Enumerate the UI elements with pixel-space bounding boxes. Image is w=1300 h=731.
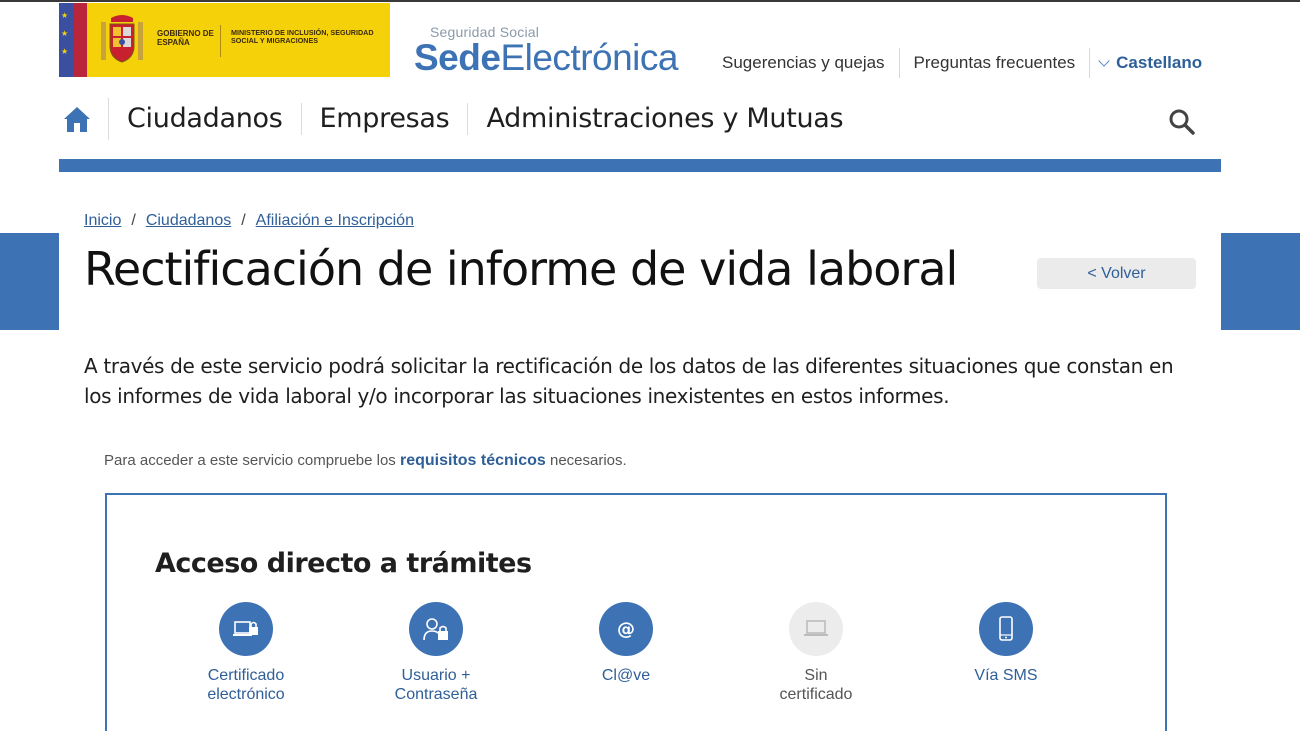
- option-label: Sin certificado: [779, 667, 853, 703]
- suggestions-link[interactable]: Sugerencias y quejas: [708, 48, 900, 78]
- title-band-right: [1221, 233, 1300, 330]
- main-nav: Ciudadanos Empresas Administraciones y M…: [59, 98, 861, 140]
- requirements-note: Para acceder a este servicio compruebe l…: [104, 452, 627, 469]
- laptop-icon: [804, 620, 828, 636]
- technical-requirements-link[interactable]: requisitos técnicos: [400, 452, 546, 469]
- option-label: Certificado electrónico: [207, 667, 285, 703]
- breadcrumb-inicio[interactable]: Inicio: [84, 212, 121, 230]
- home-button[interactable]: [59, 98, 109, 140]
- sede-electronica-logo[interactable]: Seguridad Social SedeElectrónica: [414, 24, 678, 78]
- gov-divider: [220, 25, 221, 57]
- option-usuario-contrasena[interactable]: Usuario + Contraseña: [356, 602, 516, 704]
- option-certificado[interactable]: Certificado electrónico: [166, 602, 326, 704]
- option-label: Cl@ve: [601, 667, 651, 684]
- faq-link[interactable]: Preguntas frecuentes: [900, 48, 1091, 78]
- gov-text: GOBIERNO DE ESPAÑA: [157, 29, 214, 47]
- nav-item-ciudadanos[interactable]: Ciudadanos: [109, 103, 302, 135]
- user-lock-icon: [423, 618, 448, 641]
- certificate-laptop-icon: [233, 621, 258, 636]
- mobile-phone-icon: [999, 616, 1013, 641]
- page-title: Rectificación de informe de vida laboral: [84, 242, 958, 296]
- title-band-left: [0, 233, 59, 330]
- breadcrumb: Inicio / Ciudadanos / Afiliación e Inscr…: [84, 212, 414, 230]
- header-divider-bar: [59, 159, 1221, 172]
- search-icon[interactable]: [1168, 108, 1196, 136]
- top-links: Sugerencias y quejas Preguntas frecuente…: [708, 48, 1202, 78]
- nav-item-empresas[interactable]: Empresas: [302, 103, 469, 135]
- intro-text: A través de este servicio podrá solicita…: [84, 354, 1174, 408]
- at-sign-icon: @: [617, 619, 635, 640]
- breadcrumb-ciudadanos[interactable]: Ciudadanos: [146, 212, 231, 230]
- chevron-down-icon: [1098, 55, 1110, 67]
- nav-item-administraciones[interactable]: Administraciones y Mutuas: [468, 103, 861, 135]
- brand-big: SedeElectrónica: [414, 37, 678, 78]
- breadcrumb-afiliacion[interactable]: Afiliación e Inscripción: [256, 212, 414, 230]
- access-title: Acceso directo a trámites: [155, 548, 532, 579]
- top-border: [0, 0, 1300, 2]
- svg-text:@: @: [617, 619, 635, 640]
- eu-flag-stripe: ★ ★ ★: [59, 3, 87, 77]
- option-sin-certificado[interactable]: Sin certificado: [736, 602, 896, 704]
- option-label: Usuario + Contraseña: [394, 667, 478, 703]
- coat-of-arms-icon: [101, 15, 143, 63]
- government-logo[interactable]: ★ ★ ★ GOBIERNO DE ESPAÑA MINISTERIO DE I…: [59, 3, 390, 77]
- breadcrumb-separator: /: [131, 212, 136, 229]
- option-via-sms[interactable]: Vía SMS: [926, 602, 1086, 685]
- breadcrumb-separator: /: [241, 212, 246, 229]
- ministry-text: MINISTERIO DE INCLUSIÓN, SEGURIDAD SOCIA…: [231, 28, 374, 45]
- home-icon: [64, 107, 90, 132]
- language-label: Castellano: [1116, 53, 1203, 72]
- back-button[interactable]: < Volver: [1037, 258, 1196, 289]
- option-label: Vía SMS: [974, 667, 1038, 684]
- option-clave[interactable]: @ Cl@ve: [546, 602, 706, 685]
- language-selector[interactable]: Castellano: [1090, 53, 1202, 73]
